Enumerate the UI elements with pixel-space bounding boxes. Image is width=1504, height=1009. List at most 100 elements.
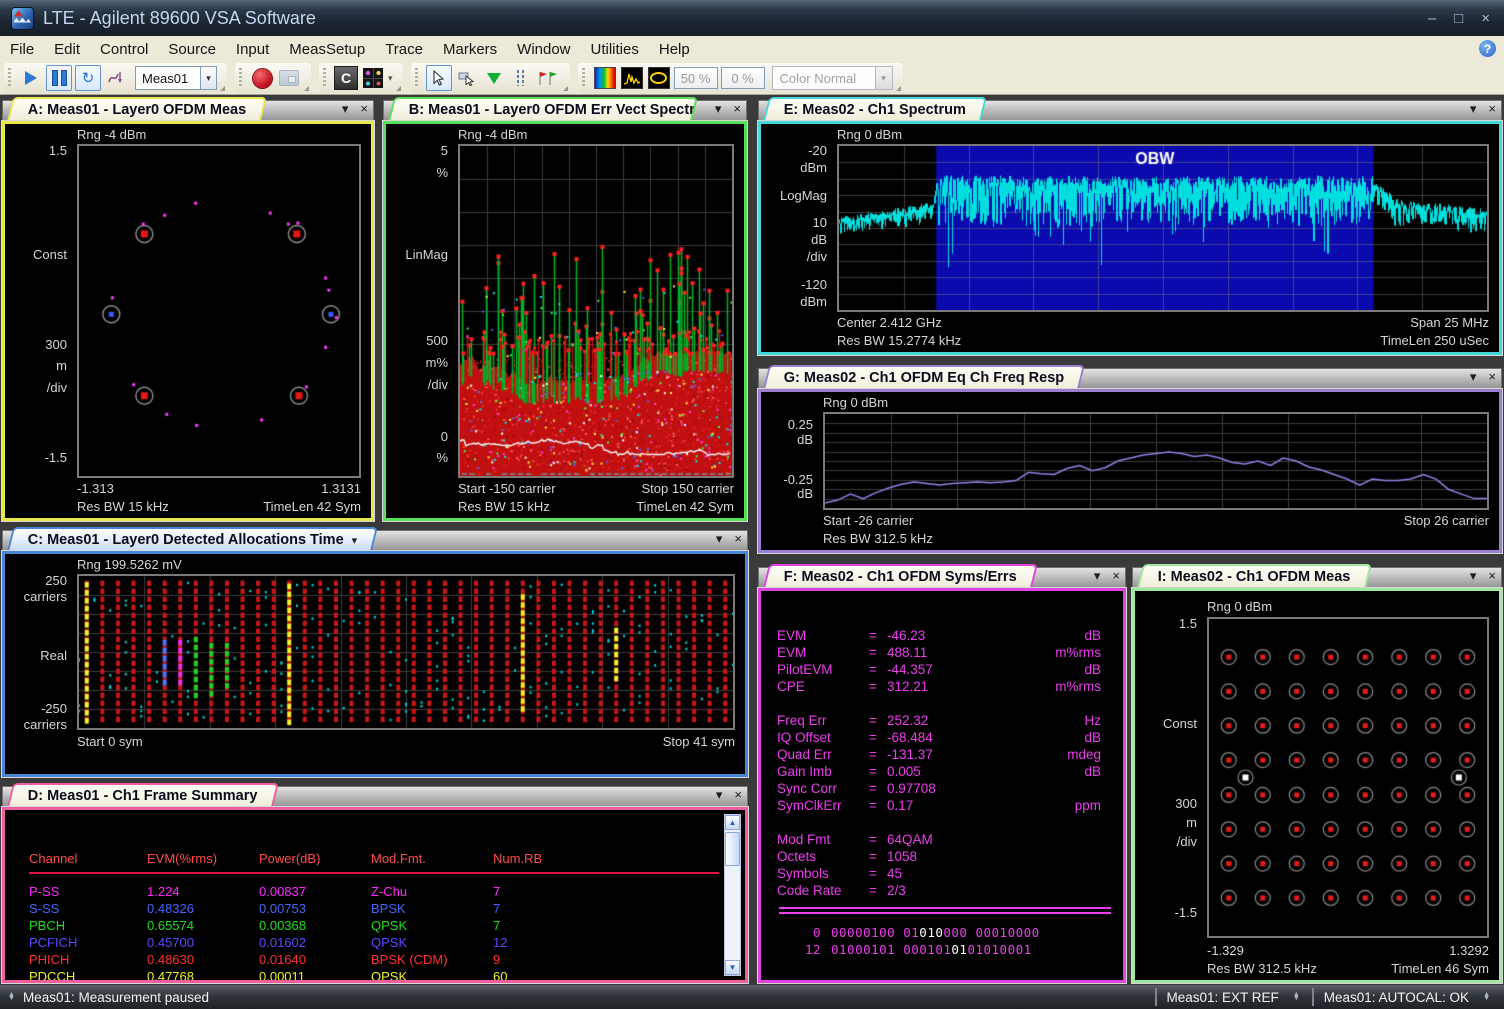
toolbar-group-trace-view: 50 % 0 % Color Normal ▾ <box>578 63 903 93</box>
window-tab[interactable]: D: Meas01 - Ch1 Frame Summary <box>7 783 279 807</box>
scroll-down-icon[interactable]: ▼ <box>725 960 740 975</box>
eye-diagram-icon[interactable] <box>647 66 671 90</box>
scrollbar-thumb[interactable] <box>725 832 740 866</box>
window-header[interactable]: I: Meas02 - Ch1 OFDM Meas ▾ × <box>1132 564 1502 588</box>
window-close-icon[interactable]: × <box>734 532 742 545</box>
window-tab[interactable]: I: Meas02 - Ch1 OFDM Meas <box>1137 564 1372 588</box>
syms-errs-readout: EVM=-46.23dBEVM=488.11m%rmsPilotEVM=-44.… <box>761 591 1123 980</box>
bit-offset: 12 <box>777 942 821 957</box>
window-tab[interactable]: G: Meas02 - Ch1 OFDM Eq Ch Freq Resp <box>763 365 1085 389</box>
y-axis-label: % <box>436 451 448 464</box>
green-marker-icon[interactable] <box>482 66 506 90</box>
menu-file[interactable]: File <box>0 36 44 62</box>
status-spinner-icon[interactable]: ▲▼ <box>8 993 15 1001</box>
window-menu-icon[interactable]: ▾ <box>1470 569 1477 582</box>
window-menu-icon[interactable]: ▾ <box>1470 102 1477 115</box>
workspace: A: Meas01 - Layer0 OFDM Meas ▾× Rng -4 d… <box>0 95 1504 985</box>
result-eq: = <box>869 662 887 677</box>
window-tab[interactable]: A: Meas01 - Layer0 OFDM Meas <box>7 97 267 121</box>
window-header[interactable]: B: Meas01 - Layer0 OFDM Err Vect Spectru… <box>383 97 747 121</box>
offset-lines-icon[interactable] <box>509 66 533 90</box>
window-b-err-vect-spectrum: B: Meas01 - Layer0 OFDM Err Vect Spectru… <box>383 97 747 521</box>
status-spinner-icon[interactable]: ▲▼ <box>1293 993 1300 1001</box>
window-header[interactable]: D: Meas01 - Ch1 Frame Summary ▾ × <box>2 783 748 807</box>
window-header[interactable]: C: Meas01 - Layer0 Detected Allocations … <box>2 527 748 551</box>
window-header[interactable]: E: Meas02 - Ch1 Spectrum ▾ × <box>758 97 1502 121</box>
play-icon[interactable] <box>19 66 43 90</box>
window-menu-icon[interactable]: ▾ <box>1094 569 1101 582</box>
menu-window[interactable]: Window <box>507 36 580 62</box>
menu-input[interactable]: Input <box>226 36 279 62</box>
window-tab[interactable]: B: Meas01 - Layer0 OFDM Err Vect Spectru <box>388 97 698 121</box>
allocations-plot[interactable] <box>77 574 735 730</box>
y-axis-label: LinMag <box>405 248 448 261</box>
menu-utilities[interactable]: Utilities <box>581 36 649 62</box>
window-title: LTE - Agilent 89600 VSA Software <box>43 8 316 29</box>
window-close-icon[interactable]: × <box>1112 569 1120 582</box>
menu-trace[interactable]: Trace <box>375 36 433 62</box>
menu-markers[interactable]: Markers <box>433 36 507 62</box>
status-spinner-icon[interactable]: ▲▼ <box>1483 993 1490 1001</box>
window-tab[interactable]: E: Meas02 - Ch1 Spectrum <box>763 97 987 121</box>
window-close-icon[interactable]: × <box>360 102 368 115</box>
menu-meassetup[interactable]: MeasSetup <box>279 36 375 62</box>
pointer-icon[interactable] <box>426 65 452 91</box>
qam-constellation-plot[interactable] <box>1207 617 1489 938</box>
spectrum-plot[interactable] <box>837 144 1489 312</box>
y-axis-label: 300 <box>1175 797 1197 810</box>
window-header[interactable]: A: Meas01 - Layer0 OFDM Meas ▾ × <box>2 97 374 121</box>
restart-icon[interactable]: ↻ <box>75 65 101 91</box>
status-autocal: Meas01: AUTOCAL: OK ▲▼ <box>1312 988 1502 1006</box>
measurement-selector[interactable]: Meas01 ▾ <box>135 66 217 90</box>
chevron-down-icon[interactable]: ▾ <box>200 67 216 89</box>
menu-control[interactable]: Control <box>90 36 158 62</box>
result-lb: Freq Err <box>777 713 869 728</box>
menu-source[interactable]: Source <box>158 36 226 62</box>
window-tab[interactable]: C: Meas01 - Layer0 Detected Allocations … <box>7 527 378 551</box>
freq-response-plot[interactable] <box>823 412 1489 510</box>
window-close-icon[interactable]: × <box>1488 569 1496 582</box>
scrollbar[interactable]: ▲ ▼ <box>724 814 741 976</box>
scroll-up-icon[interactable]: ▲ <box>725 815 740 830</box>
result-lb: SymClkErr <box>777 798 869 813</box>
window-menu-icon[interactable]: ▾ <box>342 102 349 115</box>
window-menu-icon[interactable]: ▾ <box>716 788 723 801</box>
spectrum-trace-icon[interactable] <box>620 66 644 90</box>
result-vl: 64QAM <box>887 832 1023 847</box>
close-icon[interactable]: × <box>1481 10 1490 27</box>
menu-edit[interactable]: Edit <box>44 36 90 62</box>
window-tab[interactable]: F: Meas02 - Ch1 OFDM Syms/Errs <box>763 564 1038 588</box>
window-close-icon[interactable]: × <box>1488 102 1496 115</box>
result-lb: Mod Fmt <box>777 832 869 847</box>
window-close-icon[interactable]: × <box>1488 370 1496 383</box>
constellation-plot[interactable] <box>77 144 361 478</box>
window-menu-icon[interactable]: ▾ <box>1470 370 1477 383</box>
window-header[interactable]: G: Meas02 - Ch1 OFDM Eq Ch Freq Resp ▾ × <box>758 365 1502 389</box>
y-axis-label: Real <box>40 649 67 662</box>
help-icon[interactable]: ? <box>1479 40 1496 57</box>
layout-grid-icon[interactable] <box>361 66 385 90</box>
table-cell: QPSK <box>371 969 493 980</box>
minimize-icon[interactable]: – <box>1428 10 1436 27</box>
spectrogram-icon[interactable] <box>593 66 617 90</box>
chevron-down-icon[interactable]: ▾ <box>352 534 358 547</box>
window-menu-icon[interactable]: ▾ <box>716 532 723 545</box>
chevron-down-icon[interactable]: ▾ <box>388 73 393 84</box>
menu-help[interactable]: Help <box>649 36 700 62</box>
correction-button[interactable]: C <box>334 66 358 90</box>
single-acquisition-icon[interactable] <box>104 66 128 90</box>
result-eq: = <box>869 883 887 898</box>
status-ext-ref: Meas01: EXT REF ▲▼ <box>1155 988 1312 1006</box>
error-vector-spectrum-plot[interactable] <box>458 144 734 478</box>
column-header: Power(dB) <box>259 851 371 866</box>
window-header[interactable]: F: Meas02 - Ch1 OFDM Syms/Errs ▾ × <box>758 564 1126 588</box>
record-icon[interactable] <box>250 66 274 90</box>
pointer-select-icon[interactable] <box>455 66 479 90</box>
y-axis-label: /div <box>807 250 827 263</box>
pause-icon[interactable] <box>46 65 72 91</box>
window-close-icon[interactable]: × <box>733 102 741 115</box>
flags-icon[interactable] <box>536 66 560 90</box>
window-close-icon[interactable]: × <box>734 788 742 801</box>
maximize-icon[interactable]: □ <box>1454 10 1463 27</box>
window-menu-icon[interactable]: ▾ <box>715 102 722 115</box>
